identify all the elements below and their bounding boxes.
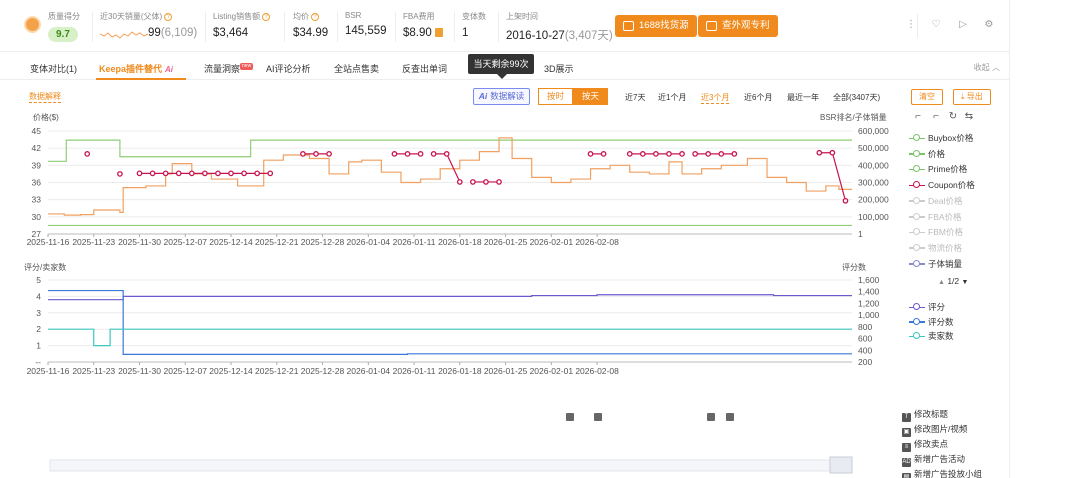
ai-usage-tooltip: 当天剩余99次	[468, 54, 534, 79]
change-type-item[interactable]: ▤ 新增广告投放小组	[902, 468, 982, 478]
change-type-icon: AD	[902, 458, 911, 467]
range-slider-track[interactable]	[49, 459, 851, 472]
change-type-item[interactable]: ▣ 修改图片/视频	[902, 423, 967, 437]
change-type-label: 修改卖点	[914, 439, 949, 449]
change-type-label: 修改图片/视频	[914, 424, 968, 434]
event-marker[interactable]	[726, 413, 734, 421]
event-marker[interactable]	[566, 413, 574, 421]
change-type-label: 新增广告活动	[914, 454, 966, 464]
change-type-label: 新增广告投放小组	[914, 469, 983, 478]
product-analysis-panel: 质量得分 9.7 近30天销量(父体)? 99(6,109) Listing销售…	[0, 0, 1010, 478]
change-type-icon: ▤	[902, 473, 911, 478]
change-type-item[interactable]: AD 新增广告活动	[902, 453, 965, 467]
change-type-icon: ≡	[902, 443, 911, 452]
change-type-label: 修改标题	[914, 409, 949, 419]
event-marker[interactable]	[594, 413, 602, 421]
range-slider-handle[interactable]	[829, 456, 853, 474]
change-type-icon: T	[902, 413, 911, 422]
change-type-item[interactable]: T 修改标题	[902, 408, 948, 422]
change-type-item[interactable]: ≡ 修改卖点	[902, 438, 948, 452]
event-marker[interactable]	[707, 413, 715, 421]
change-type-icon: ▣	[902, 428, 911, 437]
